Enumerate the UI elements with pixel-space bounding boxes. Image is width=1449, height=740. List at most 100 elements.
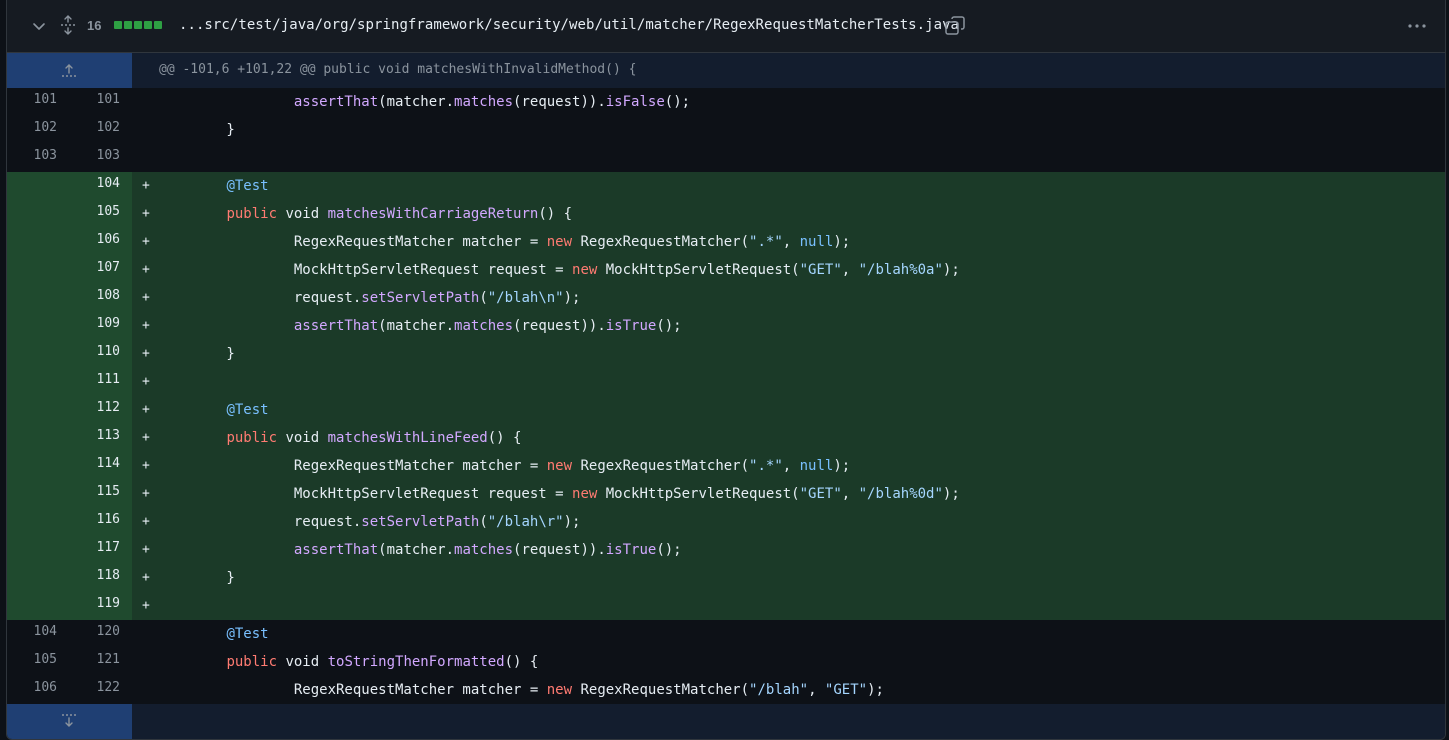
old-line-number[interactable]: [7, 284, 69, 312]
code-token: "/blah": [749, 682, 809, 698]
diff-line-context: 104 120 @Test: [7, 620, 1445, 648]
diff-line-added: 116 + request.setServletPath("/blah\r");: [7, 508, 1445, 536]
added-sign: +: [142, 486, 150, 501]
new-line-number[interactable]: 113: [69, 424, 132, 452]
code-token: new: [572, 262, 598, 278]
new-line-number[interactable]: 122: [69, 676, 132, 704]
code-token: MockHttpServletRequest(: [597, 486, 800, 502]
old-line-number[interactable]: 103: [7, 144, 69, 172]
new-line-number[interactable]: 105: [69, 200, 132, 228]
code-token: "/blah\n": [487, 290, 564, 306]
new-line-number[interactable]: 117: [69, 536, 132, 564]
diff-line-added: 112 + @Test: [7, 396, 1445, 424]
code-token: new: [572, 486, 598, 502]
old-line-number[interactable]: [7, 424, 69, 452]
copy-icon[interactable]: [945, 16, 965, 40]
new-line-number[interactable]: 120: [69, 620, 132, 648]
new-line-number[interactable]: 111: [69, 368, 132, 396]
old-line-number[interactable]: [7, 200, 69, 228]
code-token: (request)).: [513, 94, 606, 110]
code-token: isFalse: [605, 94, 665, 110]
old-line-number[interactable]: [7, 564, 69, 592]
diff-line-context: 105 121 public void toStringThenFormatted…: [7, 648, 1445, 676]
code-token: ();: [656, 318, 682, 334]
old-line-number[interactable]: 101: [7, 88, 69, 116]
code-text: request.setServletPath("/blah\n");: [159, 284, 581, 312]
new-line-number[interactable]: 101: [69, 88, 132, 116]
new-line-number[interactable]: 118: [69, 564, 132, 592]
code-token: "/blah\r": [487, 514, 564, 530]
old-line-number[interactable]: [7, 508, 69, 536]
old-line-number[interactable]: [7, 480, 69, 508]
code-token: public: [226, 206, 278, 222]
old-line-number[interactable]: 106: [7, 676, 69, 704]
old-line-number[interactable]: [7, 592, 69, 620]
diff-line-context: 103 103: [7, 144, 1445, 172]
code-token: MockHttpServletRequest request =: [159, 486, 573, 502]
code-text: public void matchesWithLineFeed() {: [159, 424, 521, 452]
expand-down-button[interactable]: [7, 704, 132, 739]
added-sign: +: [142, 234, 150, 249]
new-line-number[interactable]: 110: [69, 340, 132, 368]
old-line-number[interactable]: [7, 368, 69, 396]
code-token: }: [159, 570, 235, 586]
code-token: );: [833, 458, 851, 474]
added-sign: +: [142, 598, 150, 613]
new-line-number[interactable]: 102: [69, 116, 132, 144]
diff-file: 16 ...src/test/java/org/springframework/…: [6, 0, 1446, 740]
code-token: );: [867, 682, 884, 698]
diffstat-block: [114, 21, 122, 29]
code-text: @Test: [159, 620, 268, 648]
code-token: @Test: [226, 402, 269, 418]
new-line-number[interactable]: 103: [69, 144, 132, 172]
old-line-number[interactable]: 105: [7, 648, 69, 676]
code-text: RegexRequestMatcher matcher = new RegexR…: [159, 228, 850, 256]
diffstat-block: [124, 21, 132, 29]
code-text: public void matchesWithCarriageReturn() …: [159, 200, 572, 228]
new-line-number[interactable]: 104: [69, 172, 132, 200]
old-line-number[interactable]: [7, 256, 69, 284]
code-token: matchesWithCarriageReturn: [327, 206, 539, 222]
old-line-number[interactable]: [7, 340, 69, 368]
old-line-number[interactable]: [7, 396, 69, 424]
code-token: public: [226, 430, 278, 446]
code-token: ,: [841, 262, 859, 278]
old-line-number[interactable]: [7, 312, 69, 340]
diffstat-block: [134, 21, 142, 29]
new-line-number[interactable]: 114: [69, 452, 132, 480]
added-sign: +: [142, 430, 150, 445]
old-line-number[interactable]: [7, 228, 69, 256]
new-line-number[interactable]: 121: [69, 648, 132, 676]
code-token: toStringThenFormatted: [327, 654, 505, 670]
old-line-number[interactable]: [7, 536, 69, 564]
code-token: void: [277, 654, 328, 670]
new-line-number[interactable]: 116: [69, 508, 132, 536]
file-path-link[interactable]: ...src/test/java/org/springframework/sec…: [179, 17, 959, 33]
old-line-number[interactable]: 102: [7, 116, 69, 144]
chevron-down-icon[interactable]: [31, 18, 47, 38]
code-token: (request)).: [513, 542, 606, 558]
code-token: new: [546, 458, 573, 474]
code-token: ();: [664, 94, 691, 110]
new-line-number[interactable]: 107: [69, 256, 132, 284]
old-line-number[interactable]: 104: [7, 620, 69, 648]
unfold-icon[interactable]: [60, 15, 76, 39]
code-token: ,: [841, 486, 859, 502]
new-line-number[interactable]: 115: [69, 480, 132, 508]
new-line-number[interactable]: 109: [69, 312, 132, 340]
new-line-number[interactable]: 112: [69, 396, 132, 424]
old-line-number[interactable]: [7, 172, 69, 200]
diff-line-context: 106 122 RegexRequestMatcher matcher = new…: [7, 676, 1445, 704]
code-text: assertThat(matcher.matches(request)).isT…: [159, 536, 682, 564]
kebab-horizontal-icon[interactable]: [1407, 18, 1427, 38]
new-line-number[interactable]: 108: [69, 284, 132, 312]
expand-up-button[interactable]: [7, 53, 132, 88]
old-line-number[interactable]: [7, 452, 69, 480]
diff-lines: 101 101 assertThat(matcher.matches(reques…: [7, 88, 1445, 704]
new-line-number[interactable]: 119: [69, 592, 132, 620]
new-line-number[interactable]: 106: [69, 228, 132, 256]
diff-line-added: 106 + RegexRequestMatcher matcher = new R…: [7, 228, 1445, 256]
code-token: (matcher.: [378, 318, 455, 334]
diffstat-block: [144, 21, 152, 29]
